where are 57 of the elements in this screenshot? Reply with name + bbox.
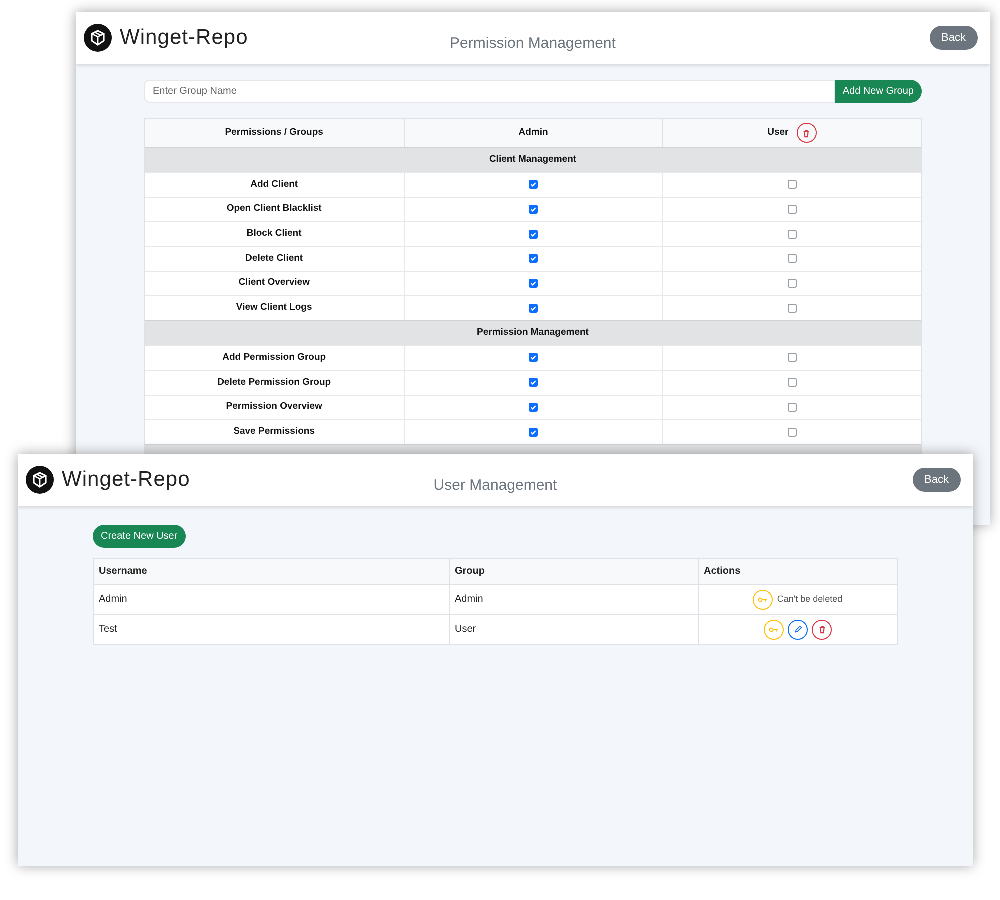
permission-name: Delete Client [244,252,304,266]
checkbox[interactable] [528,279,538,288]
trash-icon [818,625,826,634]
checkbox[interactable] [528,428,538,437]
page-title: User Management [434,476,558,496]
checkbox[interactable] [788,254,797,264]
checkbox[interactable] [528,254,538,264]
column-header: Username [98,565,148,579]
logo-icon [26,466,54,494]
brand-name: Winget-Repo [120,25,248,52]
table-cell: User [449,615,698,644]
checkbox[interactable] [788,378,797,388]
checkbox[interactable] [528,402,538,412]
checkbox[interactable] [528,378,538,388]
column-header: Permissions / Groups [224,126,324,140]
permission-name: Delete Permission Group [216,376,332,390]
back-button[interactable]: Back [930,26,978,50]
checkbox[interactable] [788,304,797,313]
permission-name: Open Client Blacklist [226,202,323,216]
permission-name: Permission Overview [225,400,324,414]
group-name-field[interactable]: Enter Group Name [144,80,835,103]
checkbox[interactable] [528,230,538,239]
add-group-button[interactable]: Add New Group [834,80,922,103]
delete-button[interactable] [812,620,832,640]
checkbox[interactable] [528,353,538,362]
logo-icon [84,24,112,52]
checkbox[interactable] [788,205,797,214]
edit-button[interactable] [788,620,808,640]
permission-name: Add Permission Group [222,350,328,365]
brand-name: Winget-Repo [62,467,190,494]
checkbox[interactable] [788,180,797,190]
pencil-icon [794,625,802,634]
section-header: Permission Management [145,320,921,346]
trash-icon [802,128,812,138]
permission-name: Client Overview [238,276,311,290]
key-icon [769,626,779,632]
note-text: Can't be deleted [777,592,843,606]
table-cell-text: Admin [98,593,128,607]
checkbox[interactable] [788,230,797,239]
table-cell-text: Test [98,623,118,637]
permission-name: Save Permissions [232,424,316,439]
checkbox[interactable] [788,428,797,437]
delete-group-button[interactable] [796,123,817,143]
key-icon [758,596,768,602]
checkbox[interactable] [788,279,797,288]
checkbox[interactable] [788,402,797,412]
permission-name: Add Client [250,178,300,192]
checkbox[interactable] [528,205,538,214]
section-header: Client Management [145,147,921,172]
checkbox[interactable] [788,353,797,362]
checkbox[interactable] [528,304,538,313]
page-title: Permission Management [450,34,616,54]
permission-name: Block Client [246,227,303,242]
create-user-button[interactable]: Create New User [93,525,186,548]
back-button[interactable]: Back [912,468,961,492]
permission-name: View Client Logs [235,301,314,316]
checkbox[interactable] [528,180,538,190]
